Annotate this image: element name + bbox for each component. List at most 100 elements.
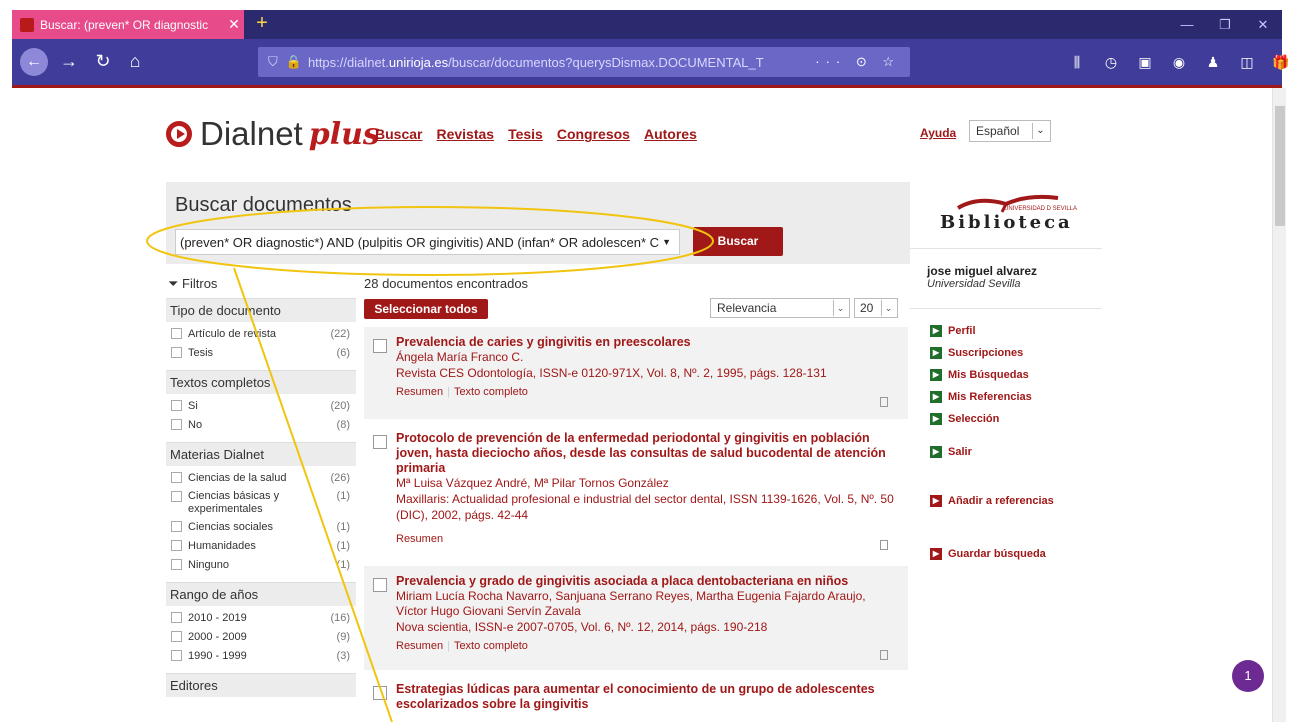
- filter-item[interactable]: Si (20): [166, 397, 356, 416]
- nav-revistas[interactable]: Revistas: [436, 126, 494, 142]
- result-authors[interactable]: Mª Luisa Vázquez André, Mª Pilar Tornos …: [396, 476, 896, 491]
- scroll-thumb[interactable]: [1275, 106, 1285, 226]
- close-window-icon[interactable]: ✕: [1244, 10, 1282, 39]
- checkbox[interactable]: [171, 472, 182, 483]
- arrow-icon: ▶: [930, 347, 942, 359]
- close-tab-icon[interactable]: ✕: [224, 16, 244, 33]
- minimize-icon[interactable]: —: [1168, 10, 1206, 39]
- logout-link[interactable]: ▶ Salir: [930, 446, 972, 458]
- result-title[interactable]: Protocolo de prevención de la enfermedad…: [396, 431, 896, 476]
- result-source[interactable]: Nova scientia, ISSN-e 2007-0705, Vol. 6,…: [396, 619, 896, 635]
- filter-item[interactable]: 2000 - 2009 (9): [166, 628, 356, 647]
- abstract-link[interactable]: Resumen: [396, 386, 443, 398]
- fulltext-link[interactable]: Texto completo: [454, 386, 528, 398]
- selection-link[interactable]: ▶ Selección: [930, 413, 999, 425]
- filter-item[interactable]: Ciencias básicas y experimentales (1): [166, 488, 356, 518]
- filter-item[interactable]: Artículo de revista (22): [166, 325, 356, 344]
- filter-item[interactable]: Ninguno (1): [166, 556, 356, 575]
- checkbox[interactable]: [171, 400, 182, 411]
- result-authors[interactable]: Miriam Lucía Rocha Navarro, Sanjuana Ser…: [396, 589, 896, 619]
- biblioteca-logo[interactable]: UNIVERSIDAD D SEVILLA Biblioteca: [928, 190, 1098, 240]
- library-icon[interactable]: ⫼: [1060, 54, 1094, 71]
- checkbox[interactable]: [171, 650, 182, 661]
- filter-item[interactable]: Humanidades (1): [166, 537, 356, 556]
- sort-select[interactable]: Relevancia ⌄: [710, 298, 850, 318]
- document-icon[interactable]: [880, 650, 888, 660]
- result-authors[interactable]: Ángela María Franco C.: [396, 350, 908, 365]
- nav-buscar[interactable]: Buscar: [375, 126, 422, 142]
- url-bar[interactable]: ⛉ 🔒 https://dialnet.unirioja.es/buscar/d…: [258, 47, 910, 77]
- restore-icon[interactable]: ❐: [1206, 10, 1244, 39]
- main-nav: Buscar Revistas Tesis Congresos Autores: [375, 126, 697, 142]
- profile-link[interactable]: ▶ Perfil: [930, 325, 976, 337]
- result-checkbox[interactable]: [373, 686, 387, 700]
- nav-tesis[interactable]: Tesis: [508, 126, 543, 142]
- filter-item[interactable]: Tesis (6): [166, 344, 356, 363]
- language-select[interactable]: Español ⌄: [969, 120, 1051, 142]
- select-all-button[interactable]: Seleccionar todos: [364, 299, 488, 319]
- user-university: Universidad Sevilla: [927, 278, 1021, 290]
- filter-item[interactable]: 1990 - 1999 (3): [166, 647, 356, 666]
- forward-icon[interactable]: →: [56, 47, 82, 75]
- checkbox[interactable]: [171, 347, 182, 358]
- active-tab[interactable]: Buscar: (preven* OR diagnostic ✕: [12, 10, 244, 39]
- searches-link[interactable]: ▶ Mis Búsquedas: [930, 369, 1029, 381]
- result-title[interactable]: Prevalencia y grado de gingivitis asocia…: [396, 574, 896, 589]
- abstract-link[interactable]: Resumen: [396, 533, 443, 545]
- checkbox[interactable]: [171, 559, 182, 570]
- filter-item[interactable]: Ciencias de la salud (26): [166, 469, 356, 488]
- per-page-select[interactable]: 20 ⌄: [854, 298, 898, 318]
- result-checkbox[interactable]: [373, 578, 387, 592]
- result-checkbox[interactable]: [373, 339, 387, 353]
- reload-icon[interactable]: ↻: [90, 47, 116, 75]
- arrow-icon: ▶: [930, 325, 942, 337]
- fulltext-link[interactable]: Texto completo: [454, 640, 528, 652]
- search-input[interactable]: (preven* OR diagnostic*) AND (pulpitis O…: [175, 229, 680, 255]
- back-icon[interactable]: ←: [20, 48, 48, 76]
- filter-group-tipo: Tipo de documento: [166, 298, 356, 322]
- new-tab-icon[interactable]: +: [250, 10, 274, 39]
- save-search-link[interactable]: ▶ Guardar búsqueda: [930, 548, 1046, 560]
- filter-item[interactable]: No (8): [166, 416, 356, 435]
- checkbox[interactable]: [171, 612, 182, 623]
- filters-title: ⏷ Filtros: [166, 274, 356, 298]
- add-references-link[interactable]: ▶ Añadir a referencias: [930, 495, 1054, 507]
- filter-label: Tesis: [188, 347, 214, 359]
- search-button[interactable]: Buscar: [693, 227, 783, 256]
- scrollbar[interactable]: [1272, 88, 1286, 722]
- document-icon[interactable]: [880, 540, 888, 550]
- filter-item[interactable]: Ciencias sociales (1): [166, 518, 356, 537]
- checkbox[interactable]: [171, 491, 182, 502]
- checkbox[interactable]: [171, 521, 182, 532]
- checkbox[interactable]: [171, 419, 182, 430]
- abstract-link[interactable]: Resumen: [396, 640, 443, 652]
- filter-item[interactable]: 2010 - 2019 (16): [166, 609, 356, 628]
- nav-congresos[interactable]: Congresos: [557, 126, 630, 142]
- gift-icon[interactable]: 🎁: [1264, 54, 1296, 71]
- account-icon[interactable]: ◉: [1162, 54, 1196, 71]
- notification-badge[interactable]: 1: [1232, 660, 1264, 692]
- chevron-down-icon: ⌄: [1032, 123, 1048, 139]
- pocket-icon[interactable]: ◫: [1230, 54, 1264, 71]
- result-title[interactable]: Estrategias lúdicas para aumentar el con…: [396, 682, 896, 712]
- history-icon[interactable]: ◷: [1094, 54, 1128, 71]
- result-checkbox[interactable]: [373, 435, 387, 449]
- references-link[interactable]: ▶ Mis Referencias: [930, 391, 1032, 403]
- extension-icon[interactable]: ♟: [1196, 54, 1230, 71]
- result-source[interactable]: Revista CES Odontología, ISSN-e 0120-971…: [396, 365, 908, 381]
- nav-autores[interactable]: Autores: [644, 126, 697, 142]
- checkbox[interactable]: [171, 631, 182, 642]
- home-icon[interactable]: ⌂: [122, 47, 148, 75]
- reader-icon[interactable]: ▣: [1128, 54, 1162, 71]
- checkbox[interactable]: [171, 540, 182, 551]
- document-icon[interactable]: [880, 397, 888, 407]
- subscriptions-link[interactable]: ▶ Suscripciones: [930, 347, 1023, 359]
- checkbox[interactable]: [171, 328, 182, 339]
- help-link[interactable]: Ayuda: [920, 126, 956, 140]
- favicon-icon: [20, 17, 34, 32]
- url-actions[interactable]: ··· ⊙ ☆: [815, 54, 910, 70]
- dropdown-icon[interactable]: ▼: [662, 237, 671, 247]
- result-source[interactable]: Maxillaris: Actualidad profesional e ind…: [396, 491, 896, 523]
- dialnet-logo[interactable]: Dialnet plus: [166, 115, 380, 153]
- result-title[interactable]: Prevalencia de caries y gingivitis en pr…: [396, 335, 908, 350]
